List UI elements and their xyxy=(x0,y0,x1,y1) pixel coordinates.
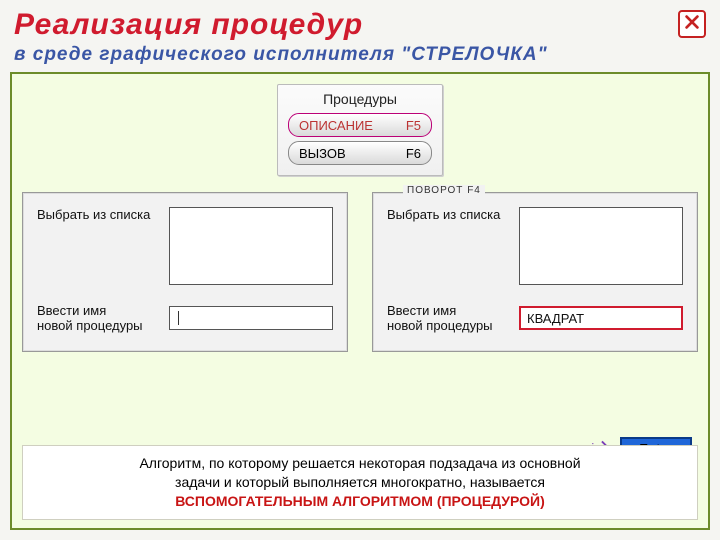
left-select-label: Выбрать из списка xyxy=(37,207,157,222)
right-name-label-1: Ввести имя xyxy=(387,303,456,318)
left-dialog: Выбрать из списка Ввести имя новой проце… xyxy=(22,192,348,352)
right-select-label: Выбрать из списка xyxy=(387,207,507,222)
left-name-label: Ввести имя новой процедуры xyxy=(37,303,157,333)
describe-button[interactable]: ОПИСАНИЕ F5 xyxy=(288,113,432,137)
left-name-label-1: Ввести имя xyxy=(37,303,106,318)
call-key: F6 xyxy=(406,146,421,161)
procedures-title: Процедуры xyxy=(288,91,432,107)
definition-box: Алгоритм, по которому решается некоторая… xyxy=(22,445,698,520)
definition-line-3: ВСПОМОГАТЕЛЬНЫМ АЛГОРИТМОМ (ПРОЦЕДУРОЙ) xyxy=(175,493,545,509)
right-name-input[interactable]: КВАДРАТ xyxy=(519,306,683,330)
close-icon xyxy=(683,13,701,36)
left-listbox[interactable] xyxy=(169,207,333,285)
definition-line-2: задачи и который выполняется многократно… xyxy=(175,474,545,490)
content-stage: Процедуры ОПИСАНИЕ F5 ВЫЗОВ F6 Выбрать и… xyxy=(10,72,710,530)
describe-key: F5 xyxy=(406,118,421,133)
close-button[interactable] xyxy=(678,10,706,38)
call-label: ВЫЗОВ xyxy=(299,146,346,161)
right-name-value: КВАДРАТ xyxy=(527,311,584,326)
slide-subtitle: в среде графического исполнителя "СТРЕЛО… xyxy=(14,44,706,66)
procedures-panel: Процедуры ОПИСАНИЕ F5 ВЫЗОВ F6 xyxy=(277,84,443,176)
describe-label: ОПИСАНИЕ xyxy=(299,118,373,133)
definition-line-1: Алгоритм, по которому решается некоторая… xyxy=(139,455,580,471)
right-dialog: ПОВОРОТ F4 Выбрать из списка Ввести имя … xyxy=(372,192,698,352)
slide-title: Реализация процедур xyxy=(14,8,706,42)
dialog-pair: Выбрать из списка Ввести имя новой проце… xyxy=(22,192,698,352)
right-dialog-fragment: ПОВОРОТ F4 xyxy=(403,185,485,196)
left-name-label-2: новой процедуры xyxy=(37,318,143,333)
call-button[interactable]: ВЫЗОВ F6 xyxy=(288,141,432,165)
right-name-label-2: новой процедуры xyxy=(387,318,493,333)
right-listbox[interactable] xyxy=(519,207,683,285)
slide-header: Реализация процедур в среде графического… xyxy=(0,0,720,68)
text-cursor-icon xyxy=(178,311,179,325)
left-name-input[interactable] xyxy=(169,306,333,330)
right-name-label: Ввести имя новой процедуры xyxy=(387,303,507,333)
